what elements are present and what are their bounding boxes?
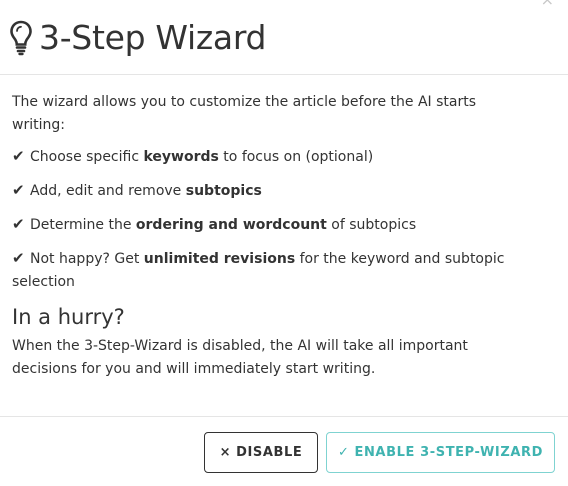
dialog-header: 3-Step Wizard <box>0 0 568 75</box>
feature-list: ✔ Choose specific keywords to focus on (o… <box>12 145 556 294</box>
dialog-body: The wizard allows you to customize the a… <box>0 75 568 381</box>
feature-highlight: keywords <box>143 149 219 165</box>
feature-highlight: ordering and wordcount <box>135 217 327 233</box>
feature-item: ✔ Determine the ordering and wordcount of… <box>12 213 556 237</box>
wizard-dialog: × 3-Step Wizard The wizard allows you to… <box>0 0 568 486</box>
checkmark-icon: ✓ <box>337 445 350 460</box>
feature-text-after: of subtopics <box>326 217 417 233</box>
checkmark-icon: ✔ <box>12 215 25 233</box>
hurry-text: When the 3-Step-Wizard is disabled, the … <box>12 338 468 377</box>
close-small-icon: × <box>219 445 232 460</box>
feature-text: Add, edit and remove <box>30 183 186 199</box>
feature-item: ✔ Not happy? Get unlimited revisions for … <box>12 247 556 294</box>
feature-highlight: subtopics <box>185 183 262 199</box>
close-icon[interactable]: × <box>541 0 554 8</box>
feature-text: Determine the <box>30 217 136 233</box>
dialog-footer: × DISABLE ✓ ENABLE 3-STEP-WIZARD <box>0 416 568 486</box>
feature-text: Choose specific <box>30 149 144 165</box>
feature-highlight: unlimited revisions <box>143 251 296 267</box>
checkmark-icon: ✔ <box>12 181 25 199</box>
checkmark-icon: ✔ <box>12 147 25 165</box>
lightbulb-icon <box>10 20 32 56</box>
feature-item: ✔ Choose specific keywords to focus on (o… <box>12 145 556 169</box>
feature-text-after: to focus on (optional) <box>218 149 374 165</box>
intro-text: The wizard allows you to customize the a… <box>12 94 477 133</box>
checkmark-icon: ✔ <box>12 249 25 267</box>
disable-button[interactable]: × DISABLE <box>204 432 318 473</box>
enable-label: ENABLE 3-STEP-WIZARD <box>354 445 544 460</box>
hurry-heading: In a hurry? <box>12 305 125 329</box>
feature-item: ✔ Add, edit and remove subtopics <box>12 179 556 203</box>
enable-wizard-button[interactable]: ✓ ENABLE 3-STEP-WIZARD <box>326 432 555 473</box>
feature-text: Not happy? Get <box>30 251 144 267</box>
disable-label: DISABLE <box>236 445 303 460</box>
dialog-title: 3-Step Wizard <box>39 17 267 57</box>
